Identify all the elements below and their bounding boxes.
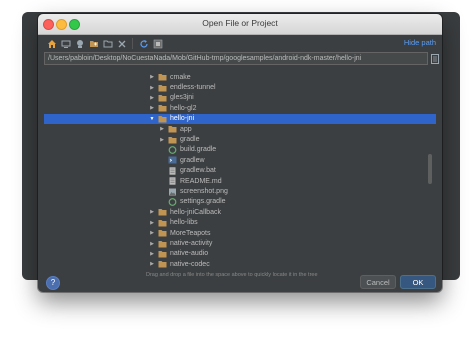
hide-path-link[interactable]: Hide path — [404, 38, 436, 47]
tree-file-row[interactable]: gradlew.bat — [44, 166, 436, 176]
tree-item-label: app — [180, 125, 192, 133]
tree-item-label: settings.gradle — [180, 198, 226, 206]
collapsed-arrow-icon[interactable]: ▶ — [148, 209, 156, 215]
gradle-icon — [168, 198, 177, 206]
folder-icon — [168, 125, 177, 133]
path-input[interactable]: /Users/pabloin/Desktop/NoCuestaNada/Mob/… — [44, 52, 428, 65]
folder-icon[interactable] — [102, 38, 113, 49]
help-button[interactable]: ? — [46, 276, 60, 290]
tree-folder-row[interactable]: ▶ native-activity — [44, 238, 436, 248]
tree-folder-row[interactable]: ▶ endless-tunnel — [44, 82, 436, 92]
collapsed-arrow-icon[interactable]: ▶ — [148, 85, 156, 91]
collapsed-arrow-icon[interactable]: ▶ — [148, 261, 156, 267]
tree-item-label: native-activity — [170, 240, 213, 248]
tree-folder-row[interactable]: ▶ gles3jni — [44, 93, 436, 103]
collapsed-arrow-icon[interactable]: ▶ — [158, 126, 166, 132]
folder-icon — [158, 219, 167, 227]
title-bar: Open File or Project — [38, 14, 442, 35]
folder-icon — [158, 115, 167, 123]
tree-folder-row[interactable]: ▶ hello-libs — [44, 218, 436, 228]
collapsed-arrow-icon[interactable]: ▶ — [148, 105, 156, 111]
tree-item-label: gradlew.bat — [180, 167, 216, 175]
tree-item-label: build.gradle — [180, 146, 217, 154]
tree-item-label: endless-tunnel — [170, 84, 216, 92]
tree-folder-row[interactable]: ▶ native-codec — [44, 259, 436, 269]
tree-scrollbar[interactable] — [428, 154, 432, 184]
tree-item-label: MoreTeapots — [170, 229, 211, 237]
tree-file-row[interactable]: README.md — [44, 176, 436, 186]
drag-drop-hint: Drag and drop a file into the space abov… — [146, 272, 318, 278]
tree-folder-row[interactable]: ▼ hello-jni — [44, 113, 436, 124]
home-icon[interactable] — [46, 38, 57, 49]
gradle-icon — [168, 146, 177, 154]
text-file-icon — [168, 167, 177, 175]
tree-item-label: cmake — [170, 73, 191, 81]
delete-icon[interactable] — [116, 38, 127, 49]
tree-folder-row[interactable]: ▶ MoreTeapots — [44, 228, 436, 238]
collapsed-arrow-icon[interactable]: ▶ — [148, 241, 156, 247]
folder-icon — [158, 84, 167, 92]
tree-folder-row[interactable]: ▶ hello-gl2 — [44, 103, 436, 113]
folder-icon — [158, 94, 167, 102]
tree-item-label: gradle — [180, 136, 200, 144]
ok-button[interactable]: OK — [400, 275, 436, 289]
folder-icon — [158, 104, 167, 112]
collapsed-arrow-icon[interactable]: ▶ — [148, 95, 156, 101]
tree-folder-row[interactable]: ▶ cmake — [44, 72, 436, 82]
folder-icon — [158, 240, 167, 248]
text-file-icon — [168, 177, 177, 185]
toolbar — [46, 38, 163, 52]
folder-icon — [158, 250, 167, 258]
tree-file-row[interactable]: build.gradle — [44, 145, 436, 155]
new-folder-icon[interactable] — [88, 38, 99, 49]
folder-icon — [158, 208, 167, 216]
tree-item-label: gradlew — [180, 156, 205, 164]
cancel-button[interactable]: Cancel — [360, 275, 396, 289]
tree-file-row[interactable]: gradlew — [44, 155, 436, 165]
tree-item-label: hello-jniCallback — [170, 208, 221, 216]
collapsed-arrow-icon[interactable]: ▶ — [148, 230, 156, 236]
path-history-icon[interactable] — [430, 52, 439, 65]
refresh-icon[interactable] — [138, 38, 149, 49]
tree-folder-row[interactable]: ▶ gradle — [44, 134, 436, 144]
collapsed-arrow-icon[interactable]: ▶ — [148, 251, 156, 257]
tree-folder-row[interactable]: ▶ app — [44, 124, 436, 134]
window-title: Open File or Project — [202, 18, 278, 28]
tree-folder-row[interactable]: ▶ hello-jniCallback — [44, 207, 436, 217]
tree-item-label: hello-jni — [170, 115, 195, 123]
script-icon — [168, 156, 177, 164]
open-file-dialog: Open File or Project Hide path /Users/pa… — [38, 14, 442, 292]
tree-item-label: native-codec — [170, 260, 210, 268]
collapsed-arrow-icon[interactable]: ▶ — [148, 220, 156, 226]
tree-item-label: gles3jni — [170, 94, 194, 102]
tree-file-row[interactable]: screenshot.png — [44, 186, 436, 196]
collapsed-arrow-icon[interactable]: ▶ — [148, 74, 156, 80]
desktop-icon[interactable] — [60, 38, 71, 49]
folder-icon — [158, 73, 167, 81]
file-tree[interactable]: ▶ cmake ▶ endless-tunnel ▶ gles3jni ▶ hello-gl2… — [44, 68, 436, 271]
project-icon[interactable] — [74, 38, 85, 49]
expanded-arrow-icon[interactable]: ▼ — [148, 116, 156, 122]
tree-item-label: README.md — [180, 177, 222, 185]
tree-item-label: hello-libs — [170, 219, 198, 227]
tree-item-label: screenshot.png — [180, 188, 228, 196]
tree-item-label: hello-gl2 — [170, 104, 197, 112]
toolbar-separator — [132, 38, 133, 49]
collapsed-arrow-icon[interactable]: ▶ — [158, 137, 166, 143]
folder-icon — [158, 229, 167, 237]
tree-folder-row[interactable]: ▶ native-audio — [44, 249, 436, 259]
folder-icon — [168, 136, 177, 144]
show-hidden-icon[interactable] — [152, 38, 163, 49]
tree-file-row[interactable]: settings.gradle — [44, 197, 436, 207]
folder-icon — [158, 260, 167, 268]
tree-item-label: native-audio — [170, 250, 209, 258]
image-file-icon — [168, 188, 177, 196]
